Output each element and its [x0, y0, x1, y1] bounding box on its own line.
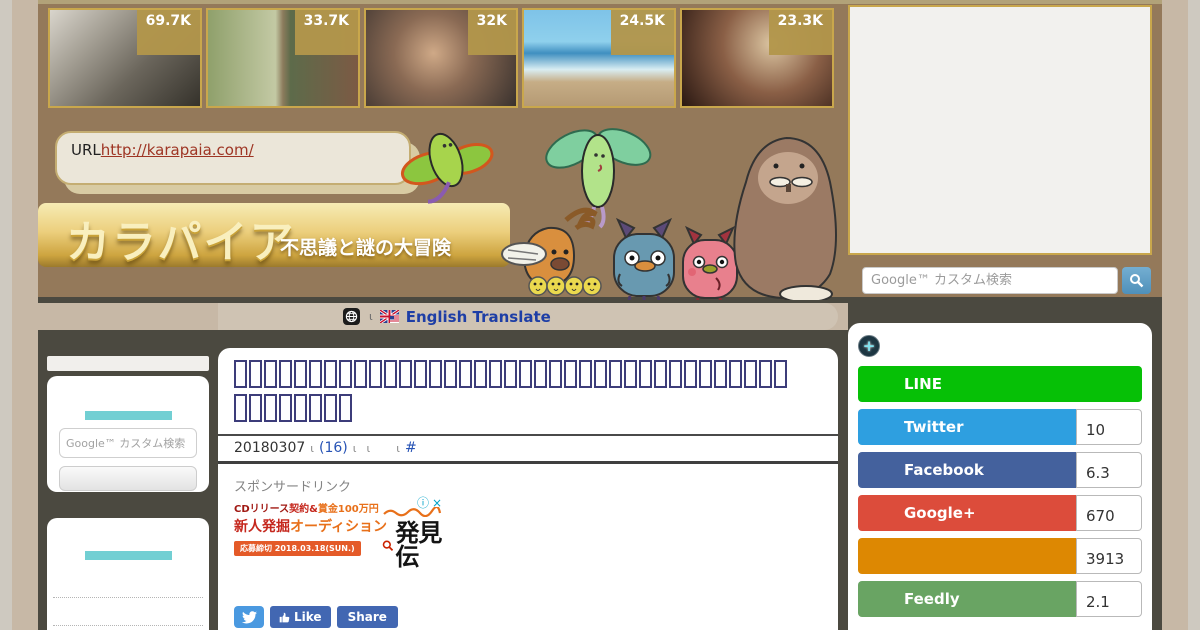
hatena-share-button[interactable] [858, 538, 1076, 574]
fallback-glyph: ι [352, 442, 357, 455]
facebook-share-count: 6.3 [1076, 452, 1142, 488]
fallback-glyph: ι [396, 442, 400, 455]
article-panel: 20180307 ι (16) ι ι ι # スポンサードリンク CDリリース契約&賞金1… [218, 348, 838, 630]
fallback-glyph: ι [310, 442, 314, 455]
top-thumbnail-4[interactable]: 24.5K [522, 8, 676, 108]
article-meta-row: 20180307 ι (16) ι ι ι # [234, 440, 417, 456]
ad-close-icon[interactable]: × [432, 496, 442, 510]
view-count-badge: 23.3K [768, 10, 832, 55]
sidebar-top-strip [47, 356, 209, 371]
sidebar-heading-bar [85, 411, 172, 420]
view-count-badge: 69.7K [136, 10, 200, 55]
url-box: URLhttp://karapaia.com/ [55, 131, 411, 185]
search-input[interactable] [862, 267, 1118, 294]
thumb-up-icon [279, 612, 290, 622]
facebook-share-button[interactable]: Share [336, 606, 398, 628]
ad-product-name: 発見伝 [395, 519, 442, 571]
magnifier-icon [1130, 274, 1144, 288]
view-count-badge: 33.7K [294, 10, 358, 55]
english-translate-link[interactable]: English Translate [406, 308, 551, 326]
sidebar-search-input[interactable] [59, 428, 197, 458]
share-row-facebook: Facebook 6.3 [858, 452, 1142, 488]
share-row-hatena: 3913 [858, 538, 1142, 574]
line-share-button[interactable]: LINE [858, 366, 1142, 402]
sidebar-search-panel [47, 376, 209, 492]
feedly-share-count: 2.1 [1076, 581, 1142, 617]
top-thumbnail-5[interactable]: 23.3K [680, 8, 834, 108]
page: 69.7K 33.7K 32K 24.5K 23.3K URLhttp://ka… [0, 0, 1200, 630]
url-label: URL [71, 141, 101, 159]
brown-blob-mascot [733, 137, 837, 300]
sidebar-list-item [53, 626, 203, 630]
ad-banner[interactable]: CDリリース契約&賞金100万円 新人発掘オーディション 応募締切 2018.0… [234, 496, 456, 569]
share-row-feedly: Feedly 2.1 [858, 581, 1142, 617]
share-label: Share [347, 610, 387, 624]
like-label: Like [294, 610, 322, 624]
mascot-characters-illustration [400, 128, 837, 300]
article-date: 20180307 [234, 440, 306, 456]
share-row-googleplus: Google+ 670 [858, 495, 1142, 531]
divider [218, 434, 838, 436]
hatena-share-count: 3913 [1076, 538, 1142, 574]
top-thumbnail-1[interactable]: 69.7K [48, 8, 202, 108]
twitter-bird-icon [241, 610, 257, 623]
sidebar-list-item [53, 570, 203, 598]
page-right-margin [1188, 0, 1200, 630]
uk-us-flag-icon [379, 310, 399, 323]
ad-magnifier-icon [382, 539, 394, 551]
sidebar-heading-bar [85, 551, 172, 560]
feedly-share-button[interactable]: Feedly [858, 581, 1076, 617]
comments-link[interactable]: (16) [319, 440, 348, 456]
ad-deadline: 応募締切 2018.03.18(SUN.) [234, 541, 361, 556]
view-count-badge: 32K [467, 10, 516, 55]
search-button[interactable] [1122, 267, 1151, 294]
googleplus-share-button[interactable]: Google+ [858, 495, 1076, 531]
ad-placeholder-box [848, 5, 1152, 255]
page-left-margin [0, 0, 12, 630]
tweet-button[interactable] [234, 606, 264, 628]
top-thumbnail-3[interactable]: 32K [364, 8, 518, 108]
sidebar-search-button[interactable] [59, 466, 197, 491]
adchoices-icons: ⓘ × [414, 494, 442, 511]
facebook-share-button[interactable]: Facebook [858, 452, 1076, 488]
article-title-line2 [234, 394, 822, 428]
globe-icon [343, 308, 360, 325]
article-social-buttons: Like Share [234, 606, 398, 628]
divider [218, 461, 838, 464]
fallback-glyph: ι [366, 442, 371, 455]
translate-bar: ι English Translate [218, 303, 838, 330]
googleplus-share-count: 670 [1076, 495, 1142, 531]
green-moth-mascot [400, 132, 494, 204]
ad-info-icon[interactable]: ⓘ [417, 496, 429, 510]
green-moth-flying-mascot [545, 128, 652, 229]
fallback-glyph: ι [369, 310, 373, 323]
permalink-hash-link[interactable]: # [405, 440, 417, 456]
article-title-line1 [234, 360, 822, 394]
twitter-share-button[interactable]: Twitter [858, 409, 1076, 445]
top-thumbnail-2[interactable]: 33.7K [206, 8, 360, 108]
ad-product-area: 発見伝 [382, 502, 456, 569]
view-count-badge: 24.5K [610, 10, 674, 55]
pink-bird-mascot [682, 225, 738, 300]
plus-icon[interactable]: + [858, 335, 880, 357]
site-logo[interactable]: カラパイア [66, 206, 296, 270]
share-row-line: LINE [858, 366, 1142, 402]
blue-bird-mascot [613, 217, 675, 300]
share-row-twitter: Twitter 10 [858, 409, 1142, 445]
twitter-share-count: 10 [1076, 409, 1142, 445]
facebook-like-button[interactable]: Like [270, 606, 331, 628]
share-panel: + LINE Twitter 10 Facebook 6.3 Google+ 6… [848, 323, 1152, 630]
sidebar-list-panel [47, 518, 209, 630]
site-url-link[interactable]: http://karapaia.com/ [101, 141, 254, 159]
sponsored-link-label: スポンサードリンク [234, 480, 352, 495]
article-title [234, 360, 822, 428]
sidebar-list-item [53, 598, 203, 626]
